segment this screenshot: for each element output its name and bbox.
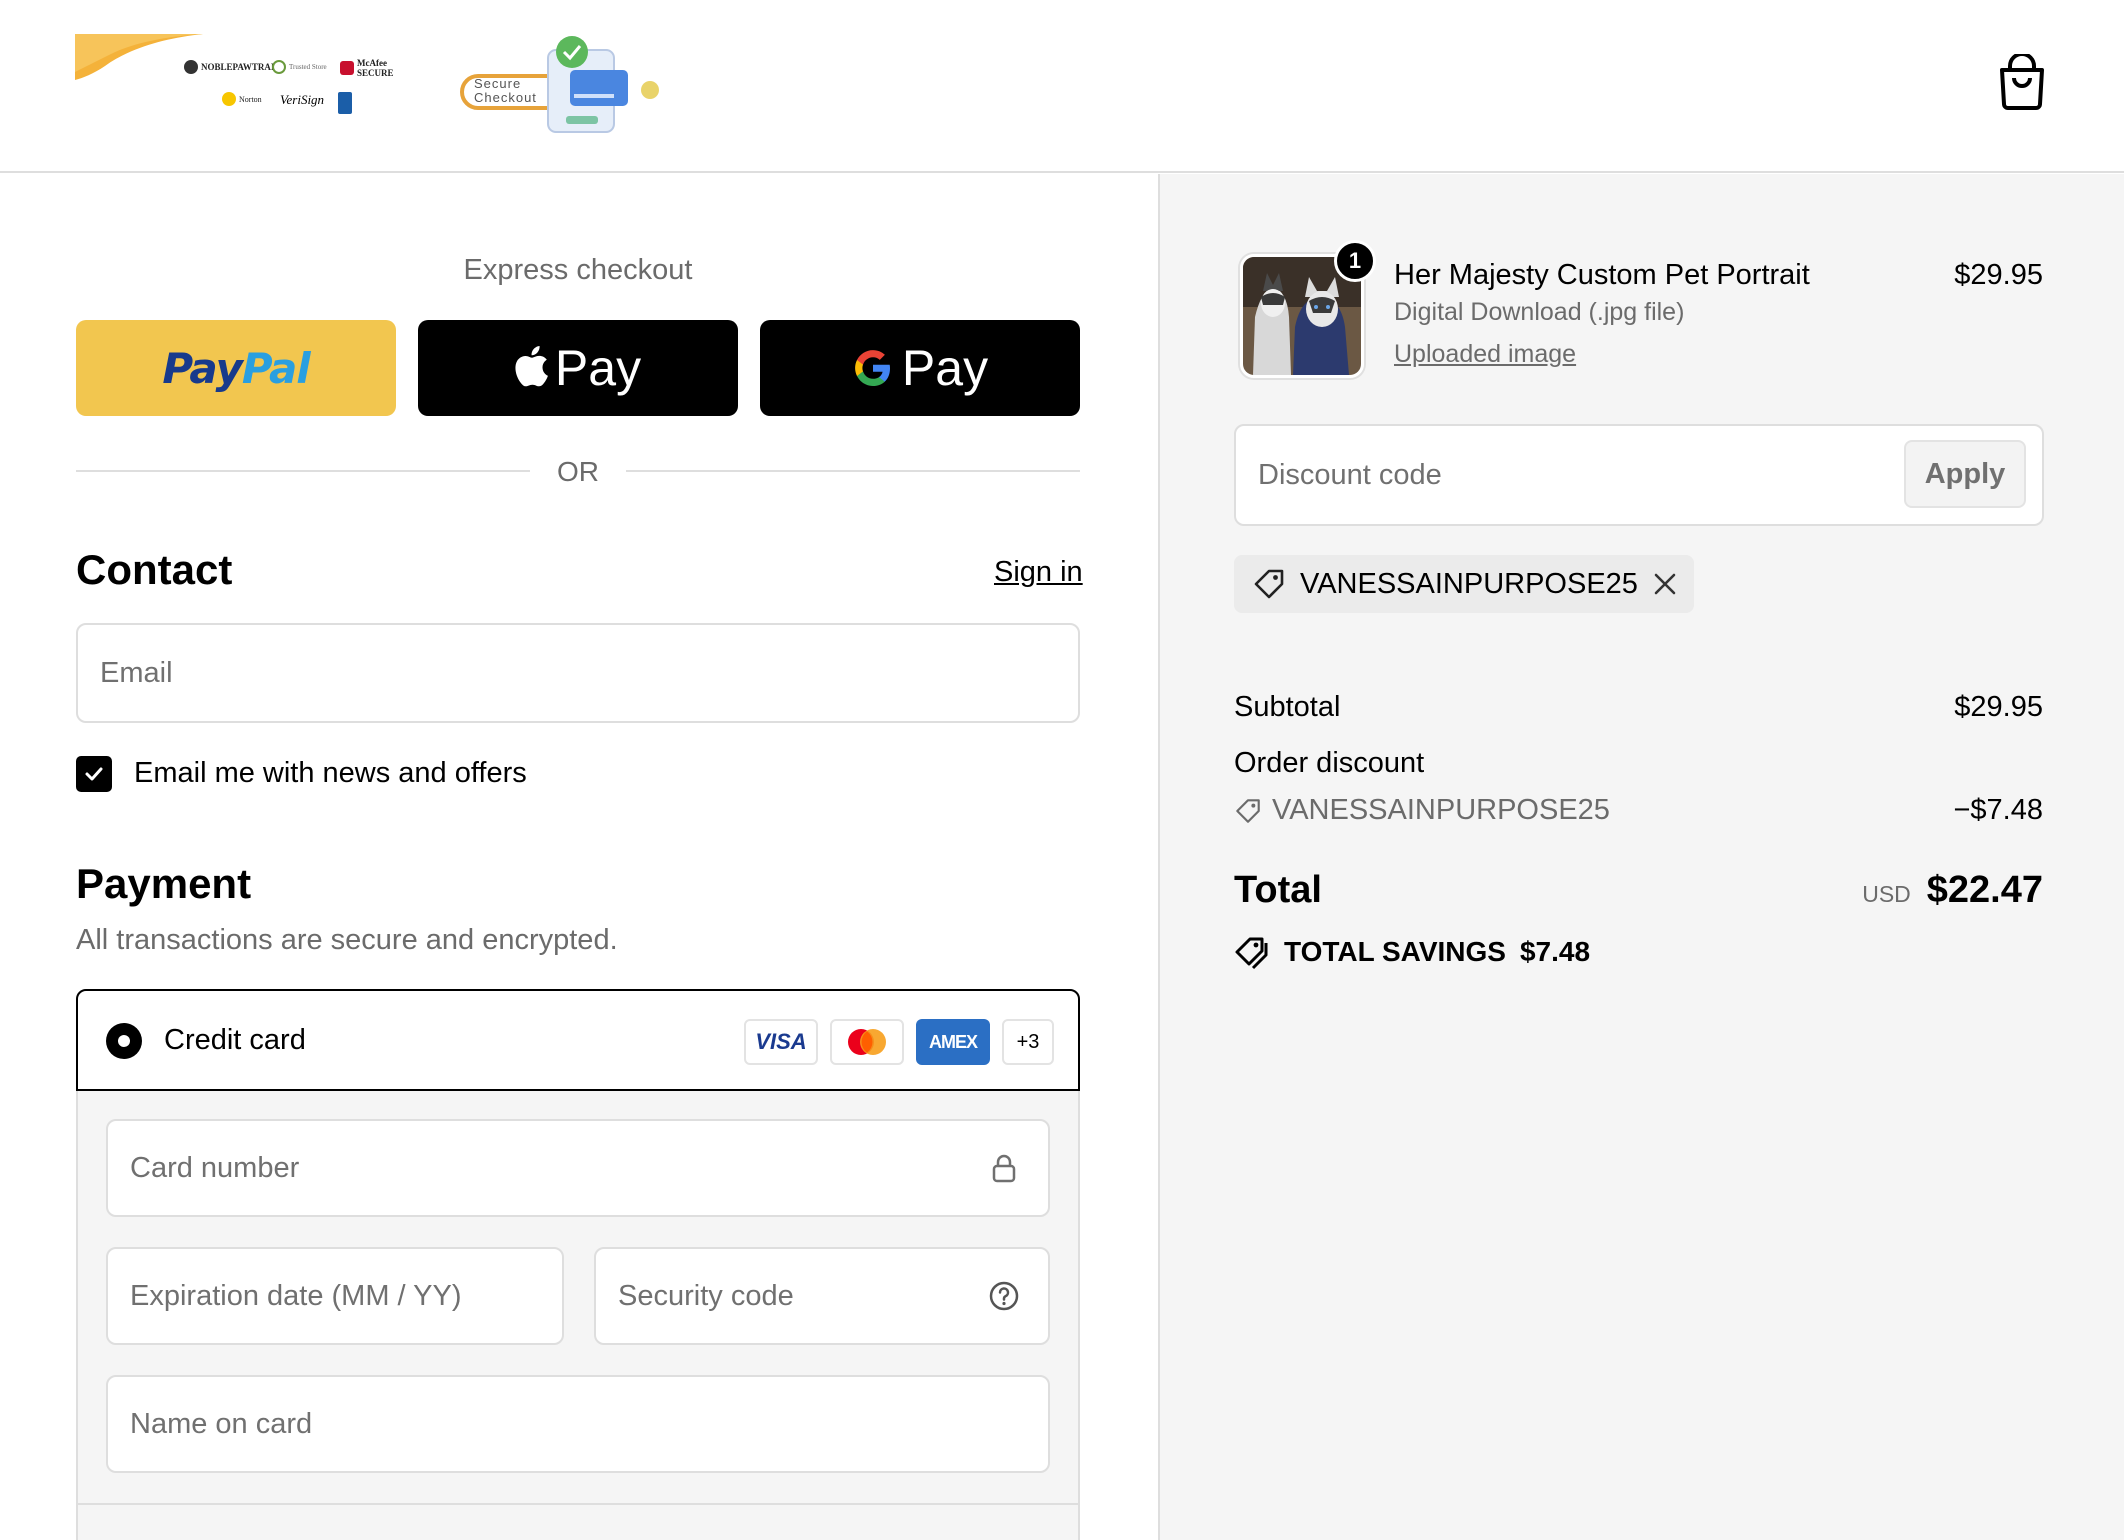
total-value: $22.47 bbox=[1926, 869, 2043, 911]
more-cards-badge: +3 bbox=[1002, 1019, 1054, 1065]
trust-badge-verisign: VeriSign bbox=[280, 92, 325, 107]
secure-checkout-badge: Secure Checkout bbox=[460, 36, 659, 133]
check-icon bbox=[85, 767, 103, 781]
trust-badge-noblepawtrait: NOBLEPAWTRAIT bbox=[184, 60, 280, 74]
card-number-field[interactable] bbox=[106, 1119, 1050, 1217]
apply-discount-button[interactable]: Apply bbox=[1904, 440, 2026, 508]
quantity-badge: 1 bbox=[1334, 240, 1376, 282]
apple-pay-label: Pay bbox=[554, 340, 642, 396]
tag-icon bbox=[1236, 798, 1260, 823]
trust-badge-trusted-store: Trusted Store bbox=[272, 60, 327, 74]
total-savings-value: $7.48 bbox=[1519, 936, 1591, 967]
expiration-date-field[interactable] bbox=[106, 1247, 564, 1345]
close-icon bbox=[1654, 573, 1676, 595]
secure-label: Secure bbox=[474, 76, 521, 91]
paw-icon bbox=[184, 60, 198, 74]
total-amount: USD $22.47 bbox=[1862, 869, 2043, 912]
applied-discount-chip: VANESSAINPURPOSE25 bbox=[1234, 555, 1694, 613]
credit-card-label: Credit card bbox=[164, 1024, 306, 1056]
credit-card-radio[interactable] bbox=[106, 1023, 142, 1059]
credit-card-form bbox=[76, 1091, 1080, 1540]
payment-subtext: All transactions are secure and encrypte… bbox=[76, 924, 618, 956]
total-savings: TOTAL SAVINGS $7.48 bbox=[1234, 934, 1590, 970]
help-circle-icon[interactable] bbox=[988, 1280, 1020, 1312]
security-code-input[interactable] bbox=[618, 1249, 1048, 1343]
amex-logo: AMEX bbox=[916, 1019, 990, 1065]
order-discount-code: VANESSAINPURPOSE25 bbox=[1272, 794, 1610, 826]
checkmark-badge-icon bbox=[272, 60, 286, 74]
radio-dot bbox=[118, 1035, 130, 1047]
mastercard-logo bbox=[830, 1019, 904, 1065]
contact-heading: Contact bbox=[76, 546, 233, 593]
apple-pay-button[interactable]: Pay bbox=[418, 320, 738, 416]
name-on-card-field[interactable] bbox=[106, 1375, 1050, 1473]
mastercard-circles-icon bbox=[848, 1029, 886, 1055]
total-savings-label: TOTAL SAVINGS bbox=[1284, 936, 1506, 967]
product-title: Her Majesty Custom Pet Portrait bbox=[1394, 259, 1810, 291]
paypal-logo: PayPal bbox=[162, 343, 310, 393]
discount-code-input[interactable] bbox=[1258, 426, 1898, 524]
google-pay-label: Pay bbox=[901, 340, 989, 396]
email-input[interactable] bbox=[100, 625, 1078, 721]
shield-icon bbox=[340, 61, 354, 75]
subtotal-value: $29.95 bbox=[1954, 691, 2043, 723]
uploaded-image-link[interactable]: Uploaded image bbox=[1394, 340, 1576, 369]
divider-line bbox=[626, 470, 1080, 472]
trust-badge-norton: Norton bbox=[222, 92, 262, 106]
lock-icon bbox=[992, 1154, 1016, 1183]
site-header: NOBLEPAWTRAIT Trusted Store McAfee SECUR… bbox=[0, 0, 2124, 173]
subtotal-label: Subtotal bbox=[1234, 691, 1341, 723]
total-label: Total bbox=[1234, 869, 1322, 911]
google-pay-button[interactable]: Pay bbox=[760, 320, 1080, 416]
visa-logo: VISA bbox=[744, 1019, 818, 1065]
order-discount-code-row: VANESSAINPURPOSE25 bbox=[1234, 794, 1610, 827]
credit-card-option[interactable]: Credit card VISA AMEX +3 bbox=[76, 989, 1080, 1091]
card-number-input[interactable] bbox=[130, 1121, 1048, 1215]
order-discount-value: −$7.48 bbox=[1953, 794, 2043, 826]
order-discount-label: Order discount bbox=[1234, 747, 1425, 779]
paypal-button[interactable]: PayPal bbox=[76, 320, 396, 416]
tags-icon bbox=[1235, 937, 1268, 970]
trust-badge-bbb bbox=[338, 92, 352, 114]
order-summary-panel bbox=[1158, 174, 2124, 1540]
applied-discount-code: VANESSAINPURPOSE25 bbox=[1300, 567, 1638, 600]
google-g-icon bbox=[855, 350, 890, 386]
trust-badge-mcafee: McAfee SECURE bbox=[340, 58, 397, 78]
security-code-field[interactable] bbox=[594, 1247, 1050, 1345]
name-on-card-input[interactable] bbox=[130, 1377, 1048, 1471]
email-field[interactable] bbox=[76, 623, 1080, 723]
express-checkout-title: Express checkout bbox=[463, 254, 693, 286]
apple-icon bbox=[515, 346, 548, 387]
shopping-bag-icon[interactable] bbox=[1996, 54, 2048, 110]
newsletter-label: Email me with news and offers bbox=[134, 757, 527, 789]
newsletter-checkbox[interactable] bbox=[76, 756, 112, 792]
product-variant: Digital Download (.jpg file) bbox=[1394, 298, 1685, 326]
bbb-icon bbox=[338, 92, 352, 114]
payment-heading: Payment bbox=[76, 860, 252, 907]
or-divider: OR bbox=[76, 456, 1080, 496]
tag-icon bbox=[1254, 569, 1284, 599]
remove-discount-button[interactable] bbox=[1652, 571, 1678, 597]
checkout-label: Checkout bbox=[474, 90, 537, 105]
expiration-date-input[interactable] bbox=[130, 1249, 562, 1343]
or-label: OR bbox=[557, 456, 599, 487]
product-price: $29.95 bbox=[1954, 259, 2043, 291]
check-seal-icon bbox=[222, 92, 236, 106]
total-currency: USD bbox=[1862, 881, 1911, 907]
sign-in-link[interactable]: Sign in bbox=[994, 556, 1083, 589]
brand-logo[interactable] bbox=[75, 34, 203, 82]
form-divider bbox=[78, 1503, 1078, 1505]
discount-code-field[interactable]: Apply bbox=[1234, 424, 2044, 526]
